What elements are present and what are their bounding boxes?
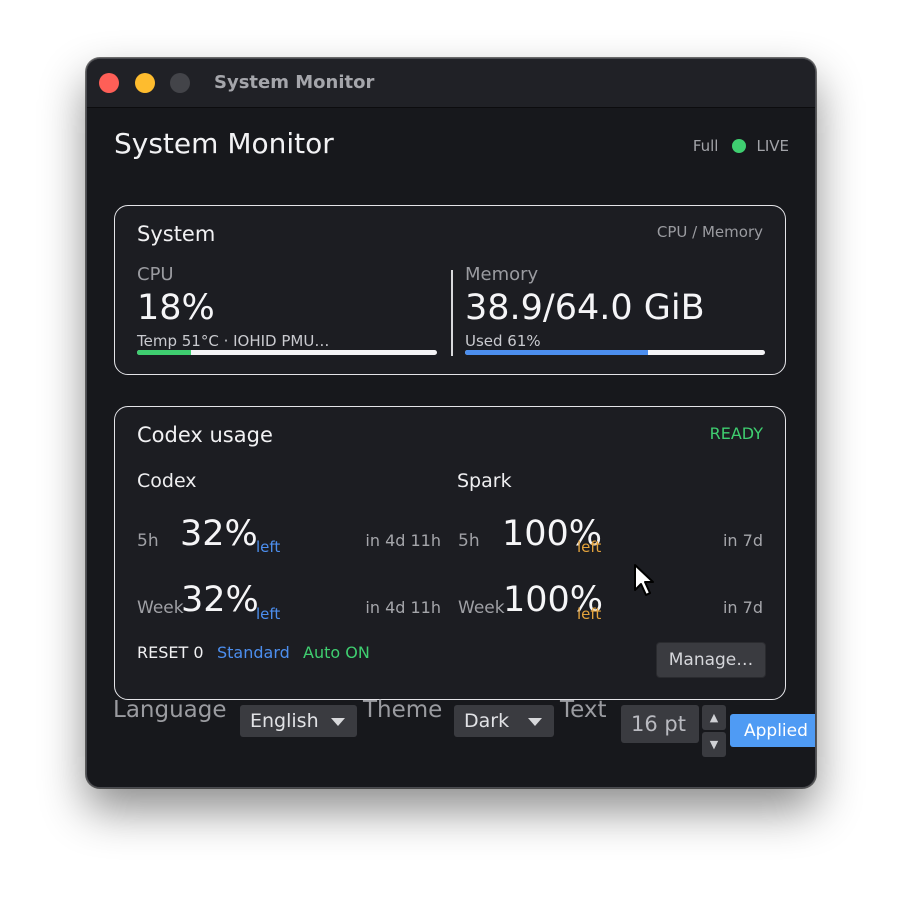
spark-section-title: Spark (457, 470, 512, 492)
manage-button[interactable]: Manage… (656, 642, 766, 678)
title-bar: System Monitor (87, 59, 815, 108)
cpu-value: 18% (137, 288, 215, 328)
live-label: LIVE (756, 137, 789, 155)
memory-label: Memory (465, 264, 539, 285)
cpu-detail: Temp 51°C · IOHID PMU… (137, 332, 330, 350)
reset-count: RESET 0 (137, 643, 204, 662)
system-card: System CPU / Memory CPU 18% Temp 51°C · … (114, 205, 786, 375)
codex-5h-suffix: left (256, 538, 281, 556)
memory-detail: Used 61% (465, 332, 541, 350)
theme-select-value: Dark (464, 710, 510, 732)
cpu-usage-bar (137, 350, 437, 355)
language-select-value: English (250, 710, 319, 732)
cpu-label: CPU (137, 264, 174, 285)
memory-usage-bar (465, 350, 765, 355)
apply-button[interactable]: Applied (730, 714, 815, 747)
zoom-window-button[interactable] (170, 73, 190, 93)
memory-usage-bar-fill (465, 350, 648, 355)
system-card-subtitle: CPU / Memory (656, 223, 763, 241)
spark-week-label: Week (458, 598, 505, 618)
text-size-field[interactable]: 16 pt (621, 705, 699, 743)
codex-week-reset: in 4d 11h (365, 598, 441, 617)
codex-section-title: Codex (137, 470, 197, 492)
plan-link[interactable]: Standard (217, 643, 290, 662)
spark-week-suffix: left (577, 605, 602, 623)
minimize-window-button[interactable] (135, 73, 155, 93)
chevron-down-icon (331, 718, 345, 726)
stepper-down-icon[interactable]: ▼ (702, 732, 726, 757)
cpu-usage-bar-fill (137, 350, 191, 355)
mode-label: Full (692, 137, 719, 155)
live-status: Full LIVE (693, 137, 789, 155)
text-size-label: Text (560, 697, 607, 723)
codex-5h-percent: 32% (180, 514, 258, 554)
codex-status-badge: READY (709, 424, 763, 443)
spark-5h-suffix: left (577, 538, 602, 556)
spark-week-reset: in 7d (722, 598, 763, 617)
codex-week-suffix: left (256, 605, 281, 623)
system-card-title: System (137, 222, 216, 246)
app-window: System Monitor System Monitor Full LIVE … (86, 58, 816, 788)
memory-value: 38.9/64.0 GiB (465, 288, 705, 328)
language-label: Language (113, 697, 227, 723)
spark-5h-reset: in 7d (722, 531, 763, 550)
spark-5h-label: 5h (458, 531, 480, 551)
theme-select[interactable]: Dark (454, 705, 554, 737)
live-indicator-icon (732, 139, 747, 153)
auto-toggle[interactable]: Auto ON (303, 643, 370, 662)
stepper-up-icon[interactable]: ▲ (702, 705, 726, 730)
codex-week-percent: 32% (181, 580, 259, 620)
chevron-down-icon (528, 718, 542, 726)
theme-label: Theme (363, 697, 443, 723)
codex-5h-label: 5h (137, 531, 159, 551)
codex-card-title: Codex usage (137, 423, 273, 447)
codex-week-label: Week (137, 598, 184, 618)
divider (451, 270, 453, 356)
page-title: System Monitor (114, 127, 334, 160)
window-title: System Monitor (214, 72, 375, 93)
codex-5h-reset: in 4d 11h (365, 531, 441, 550)
close-window-button[interactable] (99, 73, 119, 93)
mouse-pointer-icon (634, 564, 654, 596)
language-select[interactable]: English (240, 705, 357, 737)
codex-usage-card: Codex usage READY Codex Spark 5h 32% lef… (114, 406, 786, 700)
